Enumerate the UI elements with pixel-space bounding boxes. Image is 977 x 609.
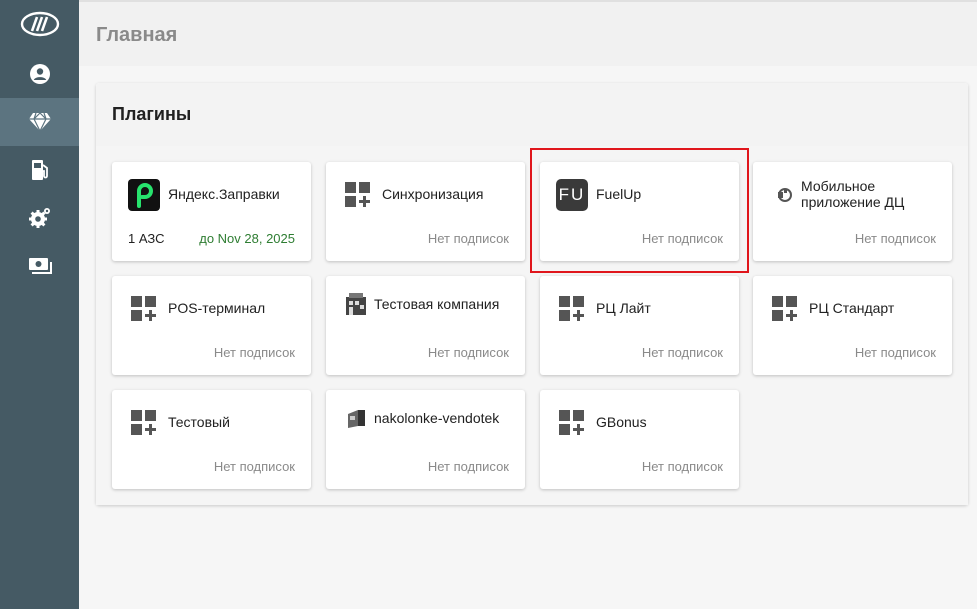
sidebar-item-plugins[interactable] [0,98,79,146]
page-title: Главная [96,24,178,46]
plugin-grid-icon [556,407,588,439]
plugin-name: POS-терминал [168,300,266,316]
fuelup-logo-icon: FU [556,179,588,211]
subscription-status: Нет подписок [641,345,723,360]
diamond-icon [28,112,51,132]
settings-gear-icon [28,208,50,228]
account-icon [29,64,50,84]
plugin-card-test-company[interactable]: Тестовая компания Нет подписок [326,276,525,375]
company-building-icon [340,288,372,320]
top-bar: Главная [79,0,977,66]
plugin-name: Мобильное приложение ДЦ [801,178,905,210]
subscription-status: Нет подписок [641,459,723,474]
plugin-card-fuelup[interactable]: FU FuelUp Нет подписок [540,162,739,261]
subscription-status: Нет подписок [854,345,936,360]
brand-logo-icon [20,11,59,37]
plugin-name: Яндекс.Заправки [168,186,280,202]
yandex-zapravki-icon [128,179,160,211]
subscription-status: Нет подписок [427,231,509,246]
plugin-grid-icon [769,293,801,325]
subscription-status: Нет подписок [641,231,723,246]
plugin-name: Тестовая компания [374,296,500,312]
subscription-status: Нет подписок [427,345,509,360]
plugin-grid-icon [128,407,160,439]
plugin-card-nakolonke-vendotek[interactable]: nakolonke-vendotek Нет подписок [326,390,525,489]
sidebar-item-settings[interactable] [0,194,79,242]
plugin-card-rc-standard[interactable]: РЦ Стандарт Нет подписок [753,276,952,375]
sidebar-logo[interactable] [0,0,79,48]
plugin-card-sync[interactable]: Синхронизация Нет подписок [326,162,525,261]
plugin-name: РЦ Лайт [596,300,651,316]
plugin-grid-icon [342,179,374,211]
station-count: 1 АЗС [128,231,165,246]
subscription-status: Нет подписок [213,345,295,360]
plugin-name: Синхронизация [382,186,484,202]
sidebar-item-account[interactable] [0,50,79,98]
plugin-card-mobile-app[interactable]: Мобильное приложение ДЦ Нет подписок [753,162,952,261]
sidebar-item-finance[interactable] [0,242,79,290]
fuelup-logo-text: FU [558,185,586,204]
plugin-card-pos-terminal[interactable]: POS-терминал Нет подписок [112,276,311,375]
plugin-name: nakolonke-vendotek [374,410,500,426]
subscription-status: Нет подписок [213,459,295,474]
money-icon [28,258,52,274]
plugin-name: РЦ Стандарт [809,300,895,316]
plugin-grid-icon [128,293,160,325]
plugins-panel-header: Плагины [96,83,968,146]
sidebar-item-stations[interactable] [0,146,79,194]
sidebar [0,0,79,609]
plugins-title: Плагины [112,104,192,124]
plugin-grid-icon [556,293,588,325]
plugin-card-gbonus[interactable]: GBonus Нет подписок [540,390,739,489]
fuel-station-icon [31,160,48,180]
subscription-status: Нет подписок [854,231,936,246]
plugin-name: Тестовый [168,414,230,430]
plugin-name: FuelUp [596,186,642,202]
vendotek-terminal-icon [340,402,372,434]
mobile-app-icon [769,179,801,211]
plugin-card-rc-lite[interactable]: РЦ Лайт Нет подписок [540,276,739,375]
subscription-until: до Nov 28, 2025 [199,231,295,246]
plugin-card-test[interactable]: Тестовый Нет подписок [112,390,311,489]
plugin-card-yandex-zapravki[interactable]: Яндекс.Заправки 1 АЗС до Nov 28, 2025 [112,162,311,261]
subscription-status: Нет подписок [427,459,509,474]
plugin-name: GBonus [596,414,647,430]
